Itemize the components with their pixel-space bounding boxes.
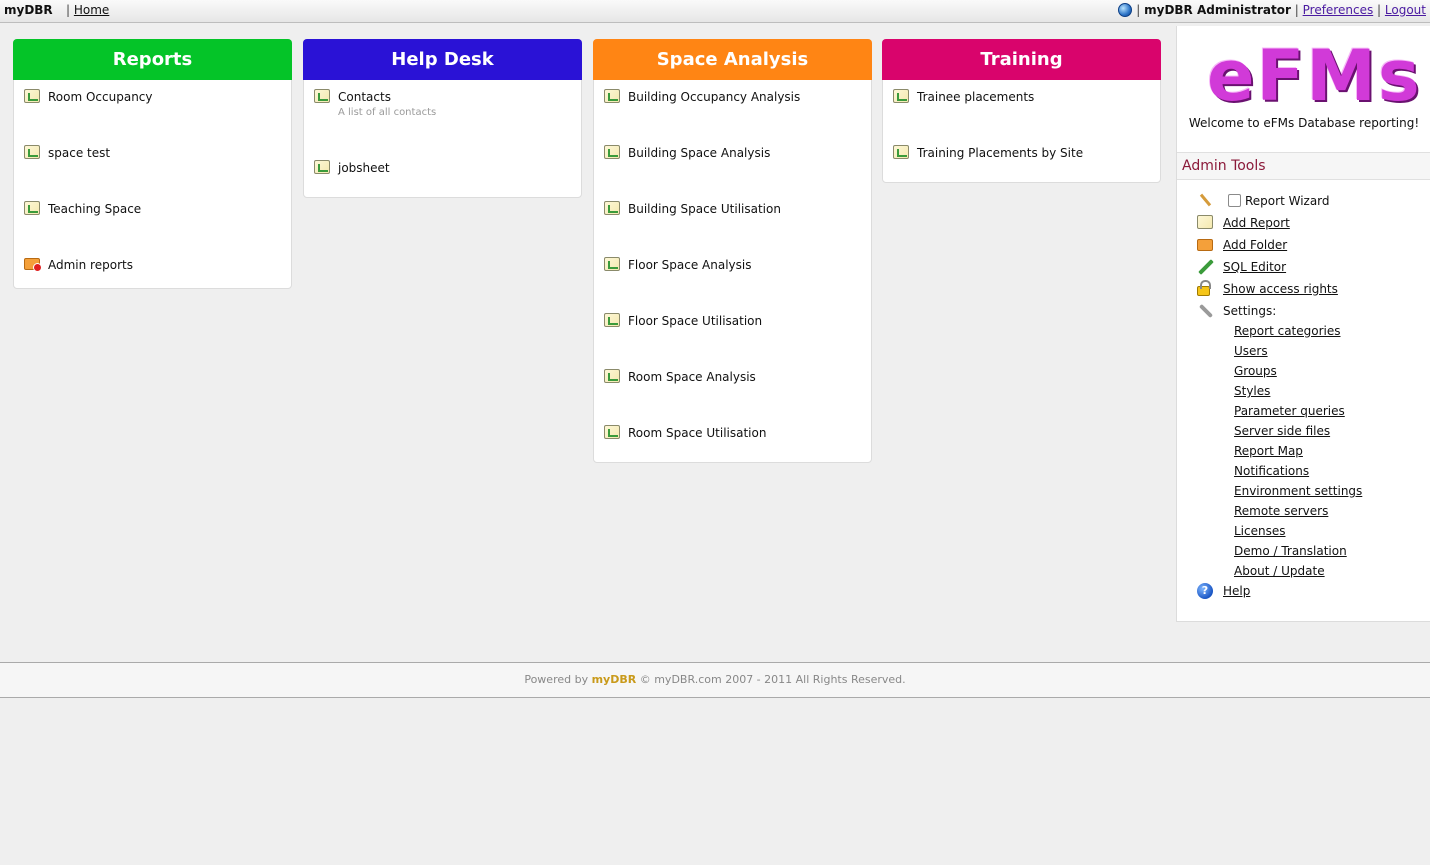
report-icon <box>314 89 330 103</box>
list-item[interactable]: Building Space Utilisation <box>604 200 861 256</box>
admin-tools-title: Admin Tools <box>1177 152 1430 180</box>
report-icon <box>1197 215 1213 229</box>
settings-link-remote-servers[interactable]: Remote servers <box>1234 504 1328 518</box>
welcome-text: Welcome to eFMs Database reporting! <box>1188 116 1420 130</box>
list-item[interactable]: Room Occupancy <box>24 88 281 144</box>
globe-icon[interactable] <box>1118 3 1133 17</box>
list-item[interactable]: Floor Space Analysis <box>604 256 861 312</box>
footer-brand: myDBR <box>591 673 637 686</box>
report-wizard-row: Report Wizard <box>1197 192 1427 214</box>
show-access-rights-link[interactable]: Show access rights <box>1223 282 1338 296</box>
list-item[interactable]: Training Placements by Site <box>893 144 1150 170</box>
item-description: A list of all contacts <box>338 107 437 118</box>
magic-wand-icon <box>1199 193 1212 207</box>
settings-link-environment-settings[interactable]: Environment settings <box>1234 484 1362 498</box>
report-icon <box>604 257 620 271</box>
pencil-icon <box>1198 259 1214 275</box>
app-brand: myDBR <box>4 3 53 17</box>
settings-label: Settings: <box>1223 304 1277 318</box>
list-item[interactable]: jobsheet <box>314 159 571 185</box>
panel-header: Training <box>882 39 1161 80</box>
settings-link-licenses[interactable]: Licenses <box>1234 524 1286 538</box>
settings-link-groups[interactable]: Groups <box>1234 364 1277 378</box>
home-link[interactable]: Home <box>74 3 109 17</box>
category-panel-space-analysis: Space Analysis Building Occupancy Analys… <box>593 39 872 463</box>
admin-name: myDBR Administrator <box>1144 3 1291 17</box>
folder-icon <box>24 258 42 272</box>
admin-sidebar: eFMs Welcome to eFMs Database reporting!… <box>1176 26 1430 622</box>
list-item[interactable]: Building Occupancy Analysis <box>604 88 861 144</box>
help-icon: ? <box>1197 583 1213 599</box>
folder-icon <box>1197 239 1213 251</box>
list-item[interactable]: space test <box>24 144 281 200</box>
add-folder-link[interactable]: Add Folder <box>1223 238 1287 252</box>
panel-header: Help Desk <box>303 39 582 80</box>
footer: Powered by myDBR © myDBR.com 2007 - 2011… <box>0 662 1430 698</box>
report-icon <box>24 201 40 215</box>
settings-link-styles[interactable]: Styles <box>1234 384 1270 398</box>
category-panel-reports: Reports Room Occupancy space test Teachi… <box>13 39 292 289</box>
settings-link-server-side-files[interactable]: Server side files <box>1234 424 1330 438</box>
report-icon <box>604 89 620 103</box>
preferences-link[interactable]: Preferences <box>1303 3 1374 17</box>
list-item[interactable]: Contacts A list of all contacts <box>314 88 571 159</box>
help-link[interactable]: Help <box>1223 584 1250 598</box>
list-item[interactable]: Teaching Space <box>24 200 281 256</box>
efms-logo: eFMs <box>1207 35 1422 117</box>
sql-editor-link[interactable]: SQL Editor <box>1223 260 1286 274</box>
settings-list: Report categories Users Groups Styles Pa… <box>1197 322 1427 582</box>
add-report-link[interactable]: Add Report <box>1223 216 1290 230</box>
admin-tools-list: Report Wizard Add Report Add Folder SQL … <box>1197 192 1427 604</box>
list-item[interactable]: Trainee placements <box>893 88 1150 144</box>
report-wizard-label: Report Wizard <box>1245 194 1330 208</box>
report-icon <box>893 145 909 159</box>
settings-link-report-categories[interactable]: Report categories <box>1234 324 1341 338</box>
category-panel-training: Training Trainee placements Training Pla… <box>882 39 1161 183</box>
list-item[interactable]: Room Space Utilisation <box>604 424 861 450</box>
settings-link-report-map[interactable]: Report Map <box>1234 444 1303 458</box>
report-icon <box>604 369 620 383</box>
report-icon <box>604 145 620 159</box>
user-nav: | myDBR Administrator | Preferences | Lo… <box>1118 3 1426 17</box>
list-item[interactable]: Room Space Analysis <box>604 368 861 424</box>
report-icon <box>24 145 40 159</box>
top-bar: myDBR | Home | myDBR Administrator | Pre… <box>0 0 1430 23</box>
report-icon <box>604 201 620 215</box>
report-icon <box>893 89 909 103</box>
settings-link-about-update[interactable]: About / Update <box>1234 564 1325 578</box>
report-wizard-checkbox[interactable] <box>1228 194 1241 207</box>
list-item[interactable]: Admin reports <box>24 256 281 276</box>
list-item[interactable]: Building Space Analysis <box>604 144 861 200</box>
settings-link-users[interactable]: Users <box>1234 344 1268 358</box>
report-icon <box>604 425 620 439</box>
category-panel-help-desk: Help Desk Contacts A list of all contacts… <box>303 39 582 198</box>
home-nav: | Home <box>66 3 110 17</box>
lock-icon <box>1197 280 1211 296</box>
report-icon <box>604 313 620 327</box>
settings-link-parameter-queries[interactable]: Parameter queries <box>1234 404 1345 418</box>
panel-header: Reports <box>13 39 292 80</box>
logout-link[interactable]: Logout <box>1385 3 1426 17</box>
settings-link-demo-translation[interactable]: Demo / Translation <box>1234 544 1347 558</box>
wrench-icon <box>1198 303 1214 319</box>
list-item[interactable]: Floor Space Utilisation <box>604 312 861 368</box>
report-icon <box>24 89 40 103</box>
panel-header: Space Analysis <box>593 39 872 80</box>
report-icon <box>314 160 330 174</box>
settings-link-notifications[interactable]: Notifications <box>1234 464 1309 478</box>
